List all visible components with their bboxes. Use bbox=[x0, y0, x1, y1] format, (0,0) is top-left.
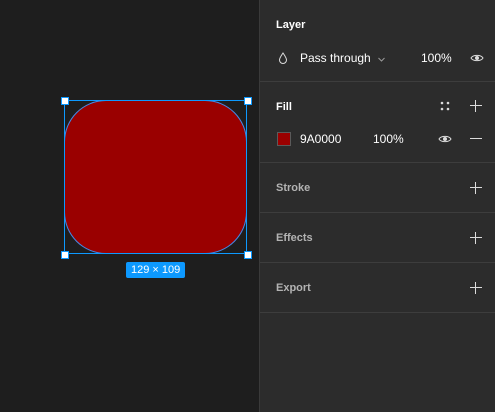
drop-icon bbox=[278, 52, 288, 64]
effects-title: Effects bbox=[276, 232, 313, 244]
chevron-down-icon bbox=[378, 57, 385, 62]
fill-title: Fill bbox=[276, 101, 292, 113]
add-effect-icon[interactable] bbox=[470, 232, 482, 244]
eye-icon[interactable] bbox=[438, 134, 452, 144]
layer-row: Pass through 100% bbox=[260, 49, 495, 67]
fill-hex[interactable]: 9A0000 bbox=[300, 132, 341, 146]
selection-outline bbox=[64, 100, 247, 254]
properties-panel: Layer Pass through 100% Fill 9A0000 100%… bbox=[259, 0, 495, 412]
resize-handle-bottom-right[interactable] bbox=[244, 251, 252, 259]
export-title: Export bbox=[276, 282, 311, 294]
canvas[interactable]: 129 × 109 bbox=[0, 0, 259, 412]
remove-fill-icon[interactable] bbox=[470, 133, 482, 145]
blend-mode-select[interactable]: Pass through bbox=[300, 51, 385, 65]
resize-handle-top-right[interactable] bbox=[244, 97, 252, 105]
blend-mode-label: Pass through bbox=[300, 51, 371, 65]
fill-opacity[interactable]: 100% bbox=[373, 132, 404, 146]
add-stroke-icon[interactable] bbox=[470, 182, 482, 194]
fill-row: 9A0000 100% bbox=[260, 130, 495, 148]
resize-handle-bottom-left[interactable] bbox=[61, 251, 69, 259]
stroke-section: Stroke bbox=[260, 163, 495, 213]
layer-opacity[interactable]: 100% bbox=[421, 51, 452, 65]
export-section: Export bbox=[260, 263, 495, 313]
eye-icon[interactable] bbox=[470, 53, 484, 63]
layer-title: Layer bbox=[276, 19, 306, 31]
effects-section: Effects bbox=[260, 213, 495, 263]
stroke-title: Stroke bbox=[276, 182, 311, 194]
fill-swatch[interactable] bbox=[277, 132, 291, 146]
resize-handle-top-left[interactable] bbox=[61, 97, 69, 105]
add-fill-icon[interactable] bbox=[470, 100, 482, 112]
layer-section: Layer Pass through 100% bbox=[260, 0, 495, 82]
dimensions-badge: 129 × 109 bbox=[126, 262, 186, 278]
fill-section: Fill 9A0000 100% bbox=[260, 82, 495, 163]
styles-grid-icon[interactable] bbox=[440, 101, 450, 111]
add-export-icon[interactable] bbox=[470, 282, 482, 294]
